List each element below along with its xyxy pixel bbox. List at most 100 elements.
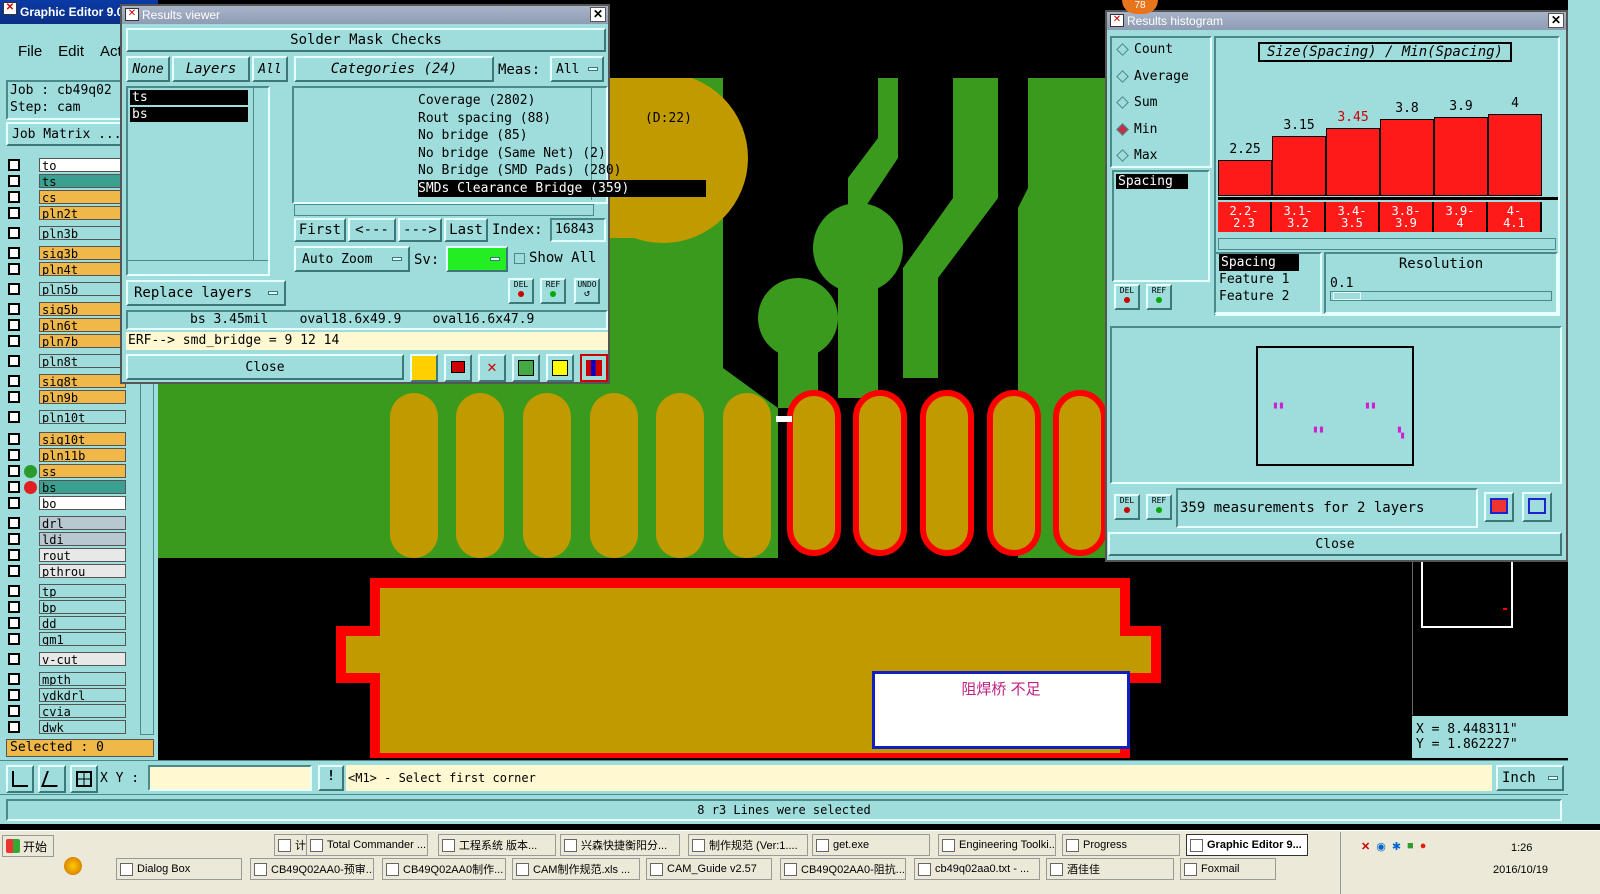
layer-name[interactable]: pln4t	[39, 262, 126, 276]
erf-delete-icon-button[interactable]: ✕	[478, 354, 506, 382]
layer-row-pln11b[interactable]: pln11b	[8, 448, 126, 462]
taskbar-item[interactable]: CAM_Guide v2.57	[646, 858, 772, 880]
feature-item-feature-2[interactable]: Feature 2	[1219, 288, 1320, 305]
layer-name[interactable]: sig5b	[39, 302, 126, 316]
layer-name[interactable]: dd	[39, 616, 126, 630]
layer-row-bs[interactable]: bs	[8, 480, 126, 494]
zoom-feature-icon-button[interactable]	[444, 354, 472, 382]
index-input[interactable]: 16843	[550, 218, 606, 242]
histogram-del-button[interactable]: DEL	[1114, 284, 1140, 310]
menu-edit[interactable]: Edit	[58, 43, 84, 60]
histogram-bar[interactable]	[1488, 114, 1542, 196]
layer-checkbox[interactable]	[8, 159, 20, 171]
del-button[interactable]: DEL	[508, 278, 534, 304]
histogram-bin-label[interactable]: 3.9- 4	[1434, 202, 1488, 232]
layer-name[interactable]: drl	[39, 516, 126, 530]
layer-row-dwk[interactable]: dwk	[8, 720, 126, 734]
layer-checkbox[interactable]	[8, 355, 20, 367]
histogram-bin-label[interactable]: 3.8- 3.9	[1380, 202, 1434, 232]
radio-count[interactable]: Count	[1116, 42, 1173, 57]
taskbar-item[interactable]: 制作规范 (Ver:1....	[688, 834, 808, 856]
taskbar-item[interactable]: Engineering Toolki...	[938, 834, 1056, 856]
layer-name[interactable]: rout	[39, 548, 126, 562]
layer-checkbox[interactable]	[8, 263, 20, 275]
taskbar-item[interactable]: cb49q02aa0.txt - ...	[914, 858, 1040, 880]
histogram-bar[interactable]	[1272, 136, 1326, 196]
layer-name[interactable]: tp	[39, 584, 126, 598]
layer-name[interactable]: dwk	[39, 720, 126, 734]
feature-preview[interactable]: ▘▘ ▘▘ ▘▘ ▚	[1110, 326, 1562, 484]
histogram-bin-label[interactable]: 3.1- 3.2	[1272, 202, 1326, 232]
layer-row-pln5b[interactable]: pln5b	[8, 282, 126, 296]
category-item[interactable]: Coverage (2802)	[418, 92, 710, 109]
menu-actions[interactable]: Act	[100, 43, 122, 60]
category-hscroll[interactable]	[294, 204, 594, 216]
none-button[interactable]: None	[126, 56, 170, 82]
first-button[interactable]: First	[294, 218, 346, 242]
histogram-attribute-list[interactable]: Spacing	[1112, 170, 1210, 282]
histogram-window-button[interactable]	[1522, 492, 1552, 522]
layer-checkbox[interactable]	[8, 319, 20, 331]
layer-checkbox[interactable]	[8, 653, 20, 665]
layer-checkbox[interactable]	[8, 585, 20, 597]
histogram-bar[interactable]	[1326, 128, 1380, 196]
layer-name[interactable]: pln3b	[39, 226, 126, 240]
layer-name[interactable]: to	[39, 158, 126, 172]
layer-checkbox[interactable]	[8, 375, 20, 387]
meas-dropdown[interactable]: All	[550, 56, 604, 82]
layer-name[interactable]: pln5b	[39, 282, 126, 296]
histogram-bin-label[interactable]: 3.4- 3.5	[1326, 202, 1380, 232]
layer-checkbox[interactable]	[8, 689, 20, 701]
attribute-item-spacing[interactable]: Spacing	[1116, 174, 1188, 189]
layer-checkbox[interactable]	[8, 517, 20, 529]
layer-row-ldi[interactable]: ldi	[8, 532, 126, 546]
layer-row-cvia[interactable]: cvia	[8, 704, 126, 718]
layer-name[interactable]: cs	[39, 190, 126, 204]
layer-row-sig10t[interactable]: sig10t	[8, 432, 126, 446]
feature-item-feature-1[interactable]: Feature 1	[1219, 271, 1320, 288]
layer-row-cs[interactable]: cs	[8, 190, 126, 204]
taskbar-item[interactable]: 酒佳佳	[1046, 858, 1174, 880]
layer-row-sig5b[interactable]: sig5b	[8, 302, 126, 316]
layer-row-sig8t[interactable]: sig8t	[8, 374, 126, 388]
menu-file[interactable]: File	[18, 43, 42, 60]
layer-checkbox[interactable]	[8, 601, 20, 613]
layer-name[interactable]: gm1	[39, 632, 126, 646]
layer-display-dot-icon[interactable]	[24, 480, 37, 494]
histogram-icon-button[interactable]	[580, 354, 608, 382]
layer-checkbox[interactable]	[8, 549, 20, 561]
layer-checkbox[interactable]	[8, 391, 20, 403]
show-all-checkbox[interactable]: Show All	[514, 250, 596, 266]
layer-row-pthrou[interactable]: pthrou	[8, 564, 126, 578]
sv-color-dropdown[interactable]	[446, 246, 508, 272]
grid-tool-icon[interactable]	[70, 765, 98, 793]
layer-name[interactable]: pln7b	[39, 334, 126, 348]
layer-row-to[interactable]: to	[8, 158, 126, 172]
category-item[interactable]: No bridge (85)	[418, 127, 710, 144]
category-item[interactable]: Rout spacing (88) (D:22)	[418, 110, 710, 127]
layer-result-list[interactable]: ts bs	[126, 86, 270, 276]
histogram-bin-label[interactable]: 2.2- 2.3	[1218, 202, 1272, 232]
horizontal-scrollbar[interactable]	[128, 260, 268, 274]
layer-row-pln8t[interactable]: pln8t	[8, 354, 126, 368]
layer-name[interactable]: sig8t	[39, 374, 126, 388]
histogram-ref-button[interactable]: REF	[1146, 284, 1172, 310]
category-item[interactable]: No bridge (Same Net) (2)	[418, 145, 710, 162]
category-item[interactable]: No Bridge (SMD Pads) (280)	[418, 162, 710, 179]
layers-button[interactable]: Layers	[172, 56, 250, 82]
feature-item-spacing[interactable]: Spacing	[1219, 254, 1299, 271]
layer-name[interactable]: mpth	[39, 672, 126, 686]
layer-name[interactable]: bs	[39, 480, 126, 494]
radio-sum[interactable]: Sum	[1116, 95, 1157, 110]
taskbar-item[interactable]: Graphic Editor 9...	[1186, 834, 1308, 856]
warning-icon[interactable]: !	[318, 765, 344, 791]
layer-name[interactable]: pln6t	[39, 318, 126, 332]
layer-checkbox[interactable]	[8, 497, 20, 509]
layer-row-rout[interactable]: rout	[8, 548, 126, 562]
layer-name[interactable]: pln9b	[39, 390, 126, 404]
layer-checkbox[interactable]	[8, 705, 20, 717]
histogram-bin-label[interactable]: 4- 4.1	[1488, 202, 1542, 232]
layer-name[interactable]: pthrou	[39, 564, 126, 578]
replace-layers-dropdown[interactable]: Replace layers	[126, 280, 286, 306]
layer-row-drl[interactable]: drl	[8, 516, 126, 530]
